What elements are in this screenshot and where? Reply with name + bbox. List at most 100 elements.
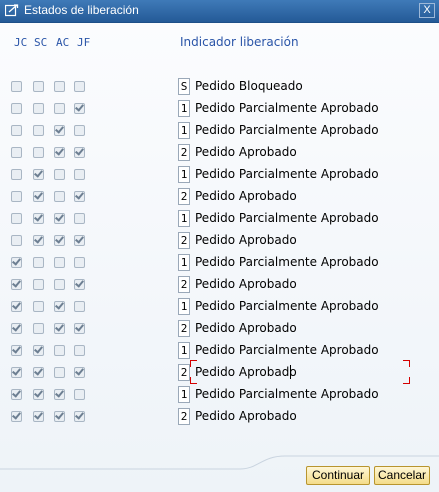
list-item: 1 Pedido Parcialmente Aprobado [0, 122, 439, 144]
checkbox-sc[interactable] [33, 257, 44, 268]
checkbox-ac[interactable] [54, 81, 65, 92]
checkbox-sc[interactable] [33, 410, 44, 422]
status-label: Pedido Aprobado [195, 277, 297, 291]
checkbox-jf[interactable] [74, 389, 85, 400]
indicator-field[interactable]: 1 [178, 386, 190, 403]
checkmark-icon [55, 300, 64, 310]
checkmark-icon [12, 278, 21, 288]
checkbox-ac[interactable] [54, 300, 65, 312]
indicator-field[interactable]: 2 [178, 408, 190, 425]
checkbox-sc[interactable] [33, 190, 44, 202]
checkbox-jf[interactable] [74, 301, 85, 312]
checkmark-icon [75, 102, 84, 112]
checkmark-icon [34, 344, 43, 354]
continue-button[interactable]: Continuar [306, 466, 370, 485]
checkbox-jf[interactable] [74, 278, 85, 290]
checkbox-sc[interactable] [33, 147, 44, 158]
checkbox-jc[interactable] [11, 256, 22, 268]
checkbox-jc[interactable] [11, 344, 22, 356]
list-item: 1 Pedido Parcialmente Aprobado [0, 298, 439, 320]
checkbox-sc[interactable] [33, 168, 44, 180]
checkbox-jc[interactable] [11, 191, 22, 202]
indicator-field[interactable]: 2 [178, 188, 190, 205]
indicator-field[interactable]: 2 [178, 144, 190, 161]
indicator-field[interactable]: 2 [178, 320, 190, 337]
checkbox-ac[interactable] [54, 103, 65, 114]
list-item: 1 Pedido Parcialmente Aprobado [0, 254, 439, 276]
checkbox-jf[interactable] [74, 190, 85, 202]
checkbox-sc[interactable] [33, 212, 44, 224]
checkbox-jc[interactable] [11, 410, 22, 422]
indicator-field[interactable]: 2 [178, 232, 190, 249]
checkbox-jc[interactable] [11, 103, 22, 114]
checkbox-jf[interactable] [74, 366, 85, 378]
checkmark-icon [75, 146, 84, 156]
checkbox-jc[interactable] [11, 300, 22, 312]
checkbox-jc[interactable] [11, 169, 22, 180]
checkbox-ac[interactable] [54, 234, 65, 246]
checkmark-icon [34, 212, 43, 222]
column-header-ac: AC [56, 36, 70, 49]
list-item: 2 Pedido Aprobado [0, 276, 439, 298]
checkbox-sc[interactable] [33, 366, 44, 378]
checkmark-icon [75, 366, 84, 376]
checkbox-ac[interactable] [54, 146, 65, 158]
checkbox-jf[interactable] [74, 102, 85, 114]
checkbox-ac[interactable] [54, 191, 65, 202]
checkmark-icon [75, 190, 84, 200]
indicator-field[interactable]: 1 [178, 298, 190, 315]
checkbox-jc[interactable] [11, 81, 22, 92]
checkbox-jf[interactable] [74, 410, 85, 422]
cancel-button[interactable]: Cancelar [374, 466, 430, 485]
checkbox-jc[interactable] [11, 366, 22, 378]
checkbox-sc[interactable] [33, 279, 44, 290]
status-label: Pedido Parcialmente Aprobado [195, 343, 379, 357]
checkbox-ac[interactable] [54, 169, 65, 180]
checkbox-jf[interactable] [74, 125, 85, 136]
checkbox-jf[interactable] [74, 322, 85, 334]
checkbox-sc[interactable] [33, 234, 44, 246]
checkbox-jc[interactable] [11, 147, 22, 158]
checkbox-sc[interactable] [33, 103, 44, 114]
checkbox-sc[interactable] [33, 344, 44, 356]
indicator-field[interactable]: 1 [178, 254, 190, 271]
checkmark-icon [12, 300, 21, 310]
checkbox-ac[interactable] [54, 124, 65, 136]
checkbox-jf[interactable] [74, 213, 85, 224]
indicator-field[interactable]: 2 [178, 276, 190, 293]
checkbox-jc[interactable] [11, 235, 22, 246]
indicator-field[interactable]: 1 [178, 166, 190, 183]
checkbox-ac[interactable] [54, 212, 65, 224]
checkbox-ac[interactable] [54, 322, 65, 334]
checkbox-ac[interactable] [54, 388, 65, 400]
checkbox-ac[interactable] [54, 367, 65, 378]
checkbox-ac[interactable] [54, 410, 65, 422]
checkbox-sc[interactable] [33, 323, 44, 334]
checkbox-sc[interactable] [33, 388, 44, 400]
checkbox-jc[interactable] [11, 213, 22, 224]
indicator-field[interactable]: 2 [178, 364, 190, 381]
checkbox-jf[interactable] [74, 345, 85, 356]
indicator-field[interactable]: 1 [178, 210, 190, 227]
indicator-field[interactable]: 1 [178, 342, 190, 359]
indicator-field[interactable]: 1 [178, 122, 190, 139]
checkbox-jf[interactable] [74, 257, 85, 268]
checkbox-sc[interactable] [33, 301, 44, 312]
checkbox-jf[interactable] [74, 146, 85, 158]
checkbox-jc[interactable] [11, 125, 22, 136]
checkbox-sc[interactable] [33, 81, 44, 92]
checkbox-jc[interactable] [11, 322, 22, 334]
checkbox-jc[interactable] [11, 278, 22, 290]
checkbox-jf[interactable] [74, 234, 85, 246]
checkbox-ac[interactable] [54, 345, 65, 356]
checkbox-sc[interactable] [33, 125, 44, 136]
checkbox-jf[interactable] [74, 169, 85, 180]
indicator-field[interactable]: 1 [178, 100, 190, 117]
checkbox-ac[interactable] [54, 279, 65, 290]
status-label: Pedido Parcialmente Aprobado [195, 167, 379, 181]
checkbox-jc[interactable] [11, 388, 22, 400]
close-button[interactable]: X [419, 3, 435, 18]
checkbox-jf[interactable] [74, 81, 85, 92]
checkbox-ac[interactable] [54, 257, 65, 268]
indicator-field[interactable]: S [178, 78, 190, 95]
